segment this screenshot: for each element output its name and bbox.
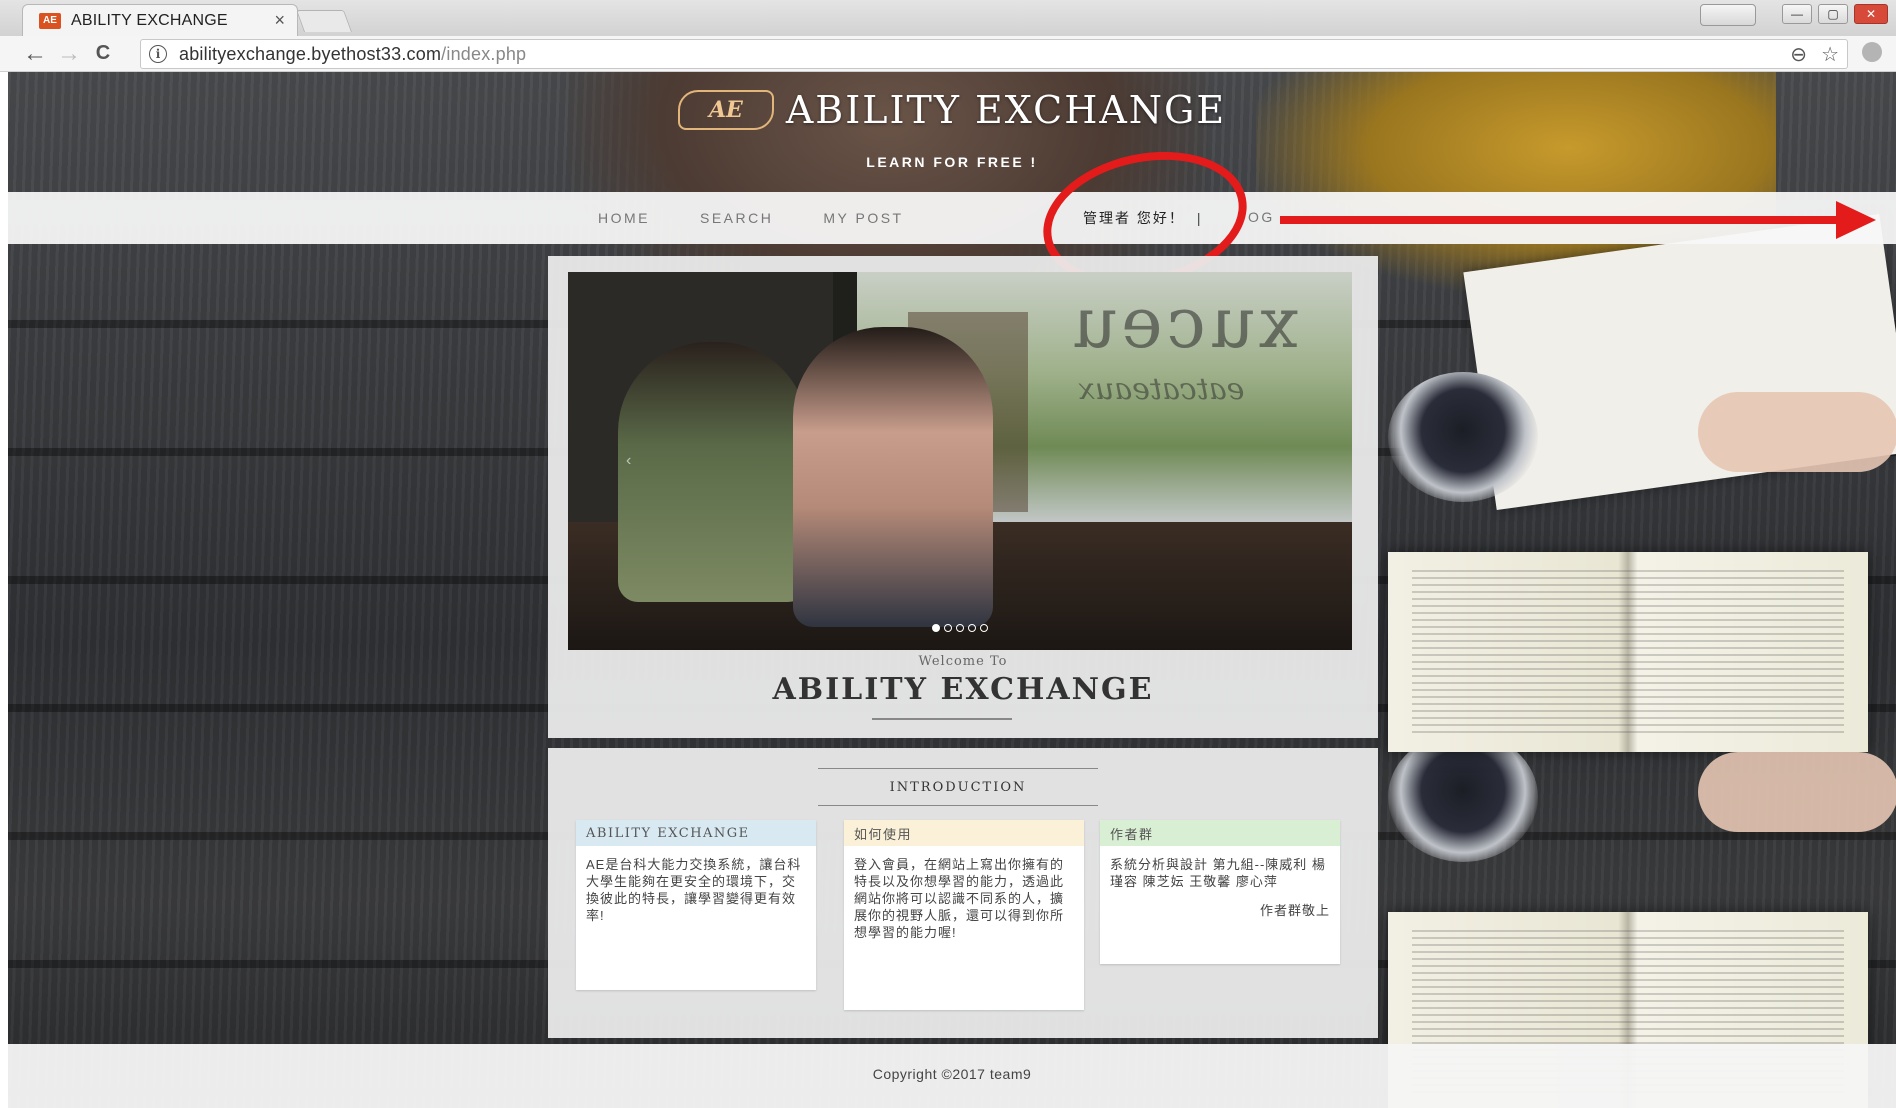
slider-dot[interactable] [932, 624, 940, 632]
site-header: AE ABILITY EXCHANGE LEARN FOR FREE ! [8, 72, 1896, 192]
title-divider [872, 718, 1012, 720]
close-window-button[interactable]: ✕ [1854, 4, 1888, 24]
slider-dot[interactable] [956, 624, 964, 632]
introduction-card: INTRODUCTION ABILITY EXCHANGE AE是台科大能力交換… [548, 748, 1378, 1038]
omnibox-actions: ⊖ ☆ [1790, 42, 1839, 67]
column-body: 登入會員，在網站上寫出你擁有的特長以及你想學習的能力，透過此網站你將可以認識不同… [854, 857, 1065, 940]
favicon-icon: AE [39, 12, 61, 29]
slider-dot[interactable] [968, 624, 976, 632]
minimize-button[interactable]: — [1782, 4, 1812, 24]
url-path: /index.php [441, 43, 527, 64]
web-page: AE ABILITY EXCHANGE LEARN FOR FREE ! HOM… [8, 72, 1896, 1108]
hero-title: ABILITY EXCHANGE [772, 672, 1154, 707]
slide-window-lettering: xuceu [1068, 282, 1299, 364]
nav-logout-link[interactable]: OG [1248, 209, 1275, 225]
annotation-arrow-head [1836, 201, 1876, 239]
slider-dots [568, 624, 1352, 632]
site-title: ABILITY EXCHANGE [785, 88, 1227, 132]
introduction-heading: INTRODUCTION [818, 768, 1098, 806]
column-body: 系統分析與設計 第九組--陳威利 楊瑾容 陳芝妘 王敬馨 廖心萍 作者群敬上 [1100, 846, 1340, 929]
browser-toolbar: ← → C i abilityexchange.byethost33.com/i… [0, 36, 1896, 72]
background-cup-shape [1388, 372, 1538, 502]
bookmark-star-icon[interactable]: ☆ [1821, 42, 1839, 67]
address-bar[interactable]: i abilityexchange.byethost33.com/index.p… [140, 39, 1848, 69]
slider-dot[interactable] [944, 624, 952, 632]
logo-row: AE ABILITY EXCHANGE [8, 88, 1896, 132]
browser-tab[interactable]: AE ABILITY EXCHANGE × [22, 4, 298, 36]
extension-icon[interactable] [1862, 42, 1882, 62]
site-info-icon[interactable]: i [149, 45, 167, 63]
tab-title: ABILITY EXCHANGE [71, 11, 228, 29]
slide-person-left [618, 342, 808, 602]
url-text[interactable]: abilityexchange.byethost33.com/index.php [179, 44, 526, 65]
profile-badge[interactable] [1700, 4, 1756, 26]
column-body: AE是台科大能力交換系統，讓台科大學生能夠在更安全的環境下，交換彼此的特長，讓學… [586, 857, 802, 923]
authors-text: 系統分析與設計 第九組--陳威利 楊瑾容 陳芝妘 王敬馨 廖心萍 [1110, 857, 1326, 889]
slider-dot[interactable] [980, 624, 988, 632]
window-controls: — ▢ ✕ [1700, 4, 1888, 26]
intro-column-how-to: 如何使用 登入會員，在網站上寫出你擁有的特長以及你想學習的能力，透過此網站你將可… [844, 820, 1084, 1010]
browser-tabstrip: AE ABILITY EXCHANGE × — ▢ ✕ [0, 0, 1896, 36]
column-heading: 如何使用 [844, 820, 1084, 846]
nav-search-link[interactable]: SEARCH [700, 210, 773, 226]
nav-home-link[interactable]: HOME [598, 210, 650, 226]
site-tagline: LEARN FOR FREE ! [866, 154, 1038, 170]
authors-signature: 作者群敬上 [1259, 903, 1330, 918]
site-footer: Copyright ©2017 team9 [8, 1044, 1896, 1108]
column-heading: ABILITY EXCHANGE [576, 820, 816, 846]
back-button[interactable]: ← [18, 39, 52, 69]
intro-column-about: ABILITY EXCHANGE AE是台科大能力交換系統，讓台科大學生能夠在更… [576, 820, 816, 990]
maximize-button[interactable]: ▢ [1818, 4, 1848, 24]
annotation-arrow-shaft [1280, 216, 1840, 224]
welcome-text: Welcome To [918, 654, 1008, 669]
hero-card: xuceu eatcateaux ‹ Welcome To ABILITY EX… [548, 256, 1378, 738]
reload-button[interactable]: C [86, 39, 120, 69]
nav-links: HOME SEARCH MY POST [598, 192, 954, 244]
site-logo[interactable]: AE [677, 90, 774, 130]
copyright-text: Copyright ©2017 team9 [872, 1066, 1032, 1082]
slide-window-sublettering: eatcateaux [1078, 372, 1245, 407]
tab-close-icon[interactable]: × [274, 10, 285, 31]
annotation-arrow [1280, 201, 1880, 239]
zoom-icon[interactable]: ⊖ [1790, 42, 1807, 67]
new-tab-button[interactable] [295, 10, 353, 32]
image-slider[interactable]: xuceu eatcateaux ‹ [568, 272, 1352, 650]
background-hand-shape [1698, 752, 1896, 832]
slide-person-right [793, 327, 993, 627]
url-host: abilityexchange.byethost33.com [179, 43, 442, 64]
column-heading: 作者群 [1100, 820, 1340, 846]
nav-my-post-link[interactable]: MY POST [823, 210, 903, 226]
slider-prev-icon[interactable]: ‹ [626, 452, 631, 470]
background-hand-shape [1698, 392, 1896, 472]
intro-column-authors: 作者群 系統分析與設計 第九組--陳威利 楊瑾容 陳芝妘 王敬馨 廖心萍 作者群… [1100, 820, 1340, 964]
background-book-shape [1388, 552, 1868, 752]
forward-button[interactable]: → [52, 39, 86, 69]
